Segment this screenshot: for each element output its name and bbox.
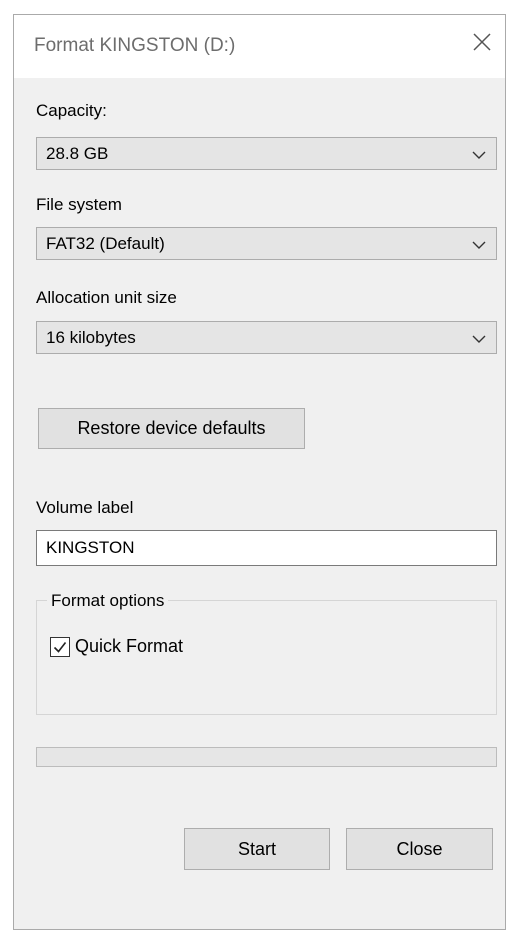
quick-format-label[interactable]: Quick Format [75,636,183,657]
capacity-label: Capacity: [36,101,107,120]
capacity-dropdown[interactable]: 28.8 GB [36,137,497,170]
file-system-dropdown[interactable]: FAT32 (Default) [36,227,497,260]
format-options-legend: Format options [47,591,169,611]
file-system-value: FAT32 (Default) [46,234,165,253]
allocation-value: 16 kilobytes [46,328,136,347]
format-progress-bar [36,747,497,767]
chevron-down-icon [472,148,486,160]
volume-label-label: Volume label [36,498,134,517]
restore-defaults-button[interactable]: Restore device defaults [38,408,305,449]
file-system-label: File system [36,195,122,214]
allocation-dropdown[interactable]: 16 kilobytes [36,321,497,354]
format-options-group [36,600,497,715]
dialog-title: Format KINGSTON (D:) [34,35,236,56]
close-button[interactable]: Close [346,828,493,870]
quick-format-checkbox[interactable] [50,637,70,657]
allocation-label: Allocation unit size [36,288,177,307]
chevron-down-icon [472,332,486,344]
volume-label-value: KINGSTON [46,538,135,557]
title-bar: Format KINGSTON (D:) [14,15,505,78]
close-icon[interactable] [469,29,495,55]
capacity-value: 28.8 GB [46,144,109,163]
start-button[interactable]: Start [184,828,330,870]
format-dialog: Format KINGSTON (D:) Capacity: 28.8 GB F… [13,14,506,930]
chevron-down-icon [472,238,486,250]
checkmark-icon [53,642,67,653]
volume-label-field[interactable]: KINGSTON [36,530,497,566]
